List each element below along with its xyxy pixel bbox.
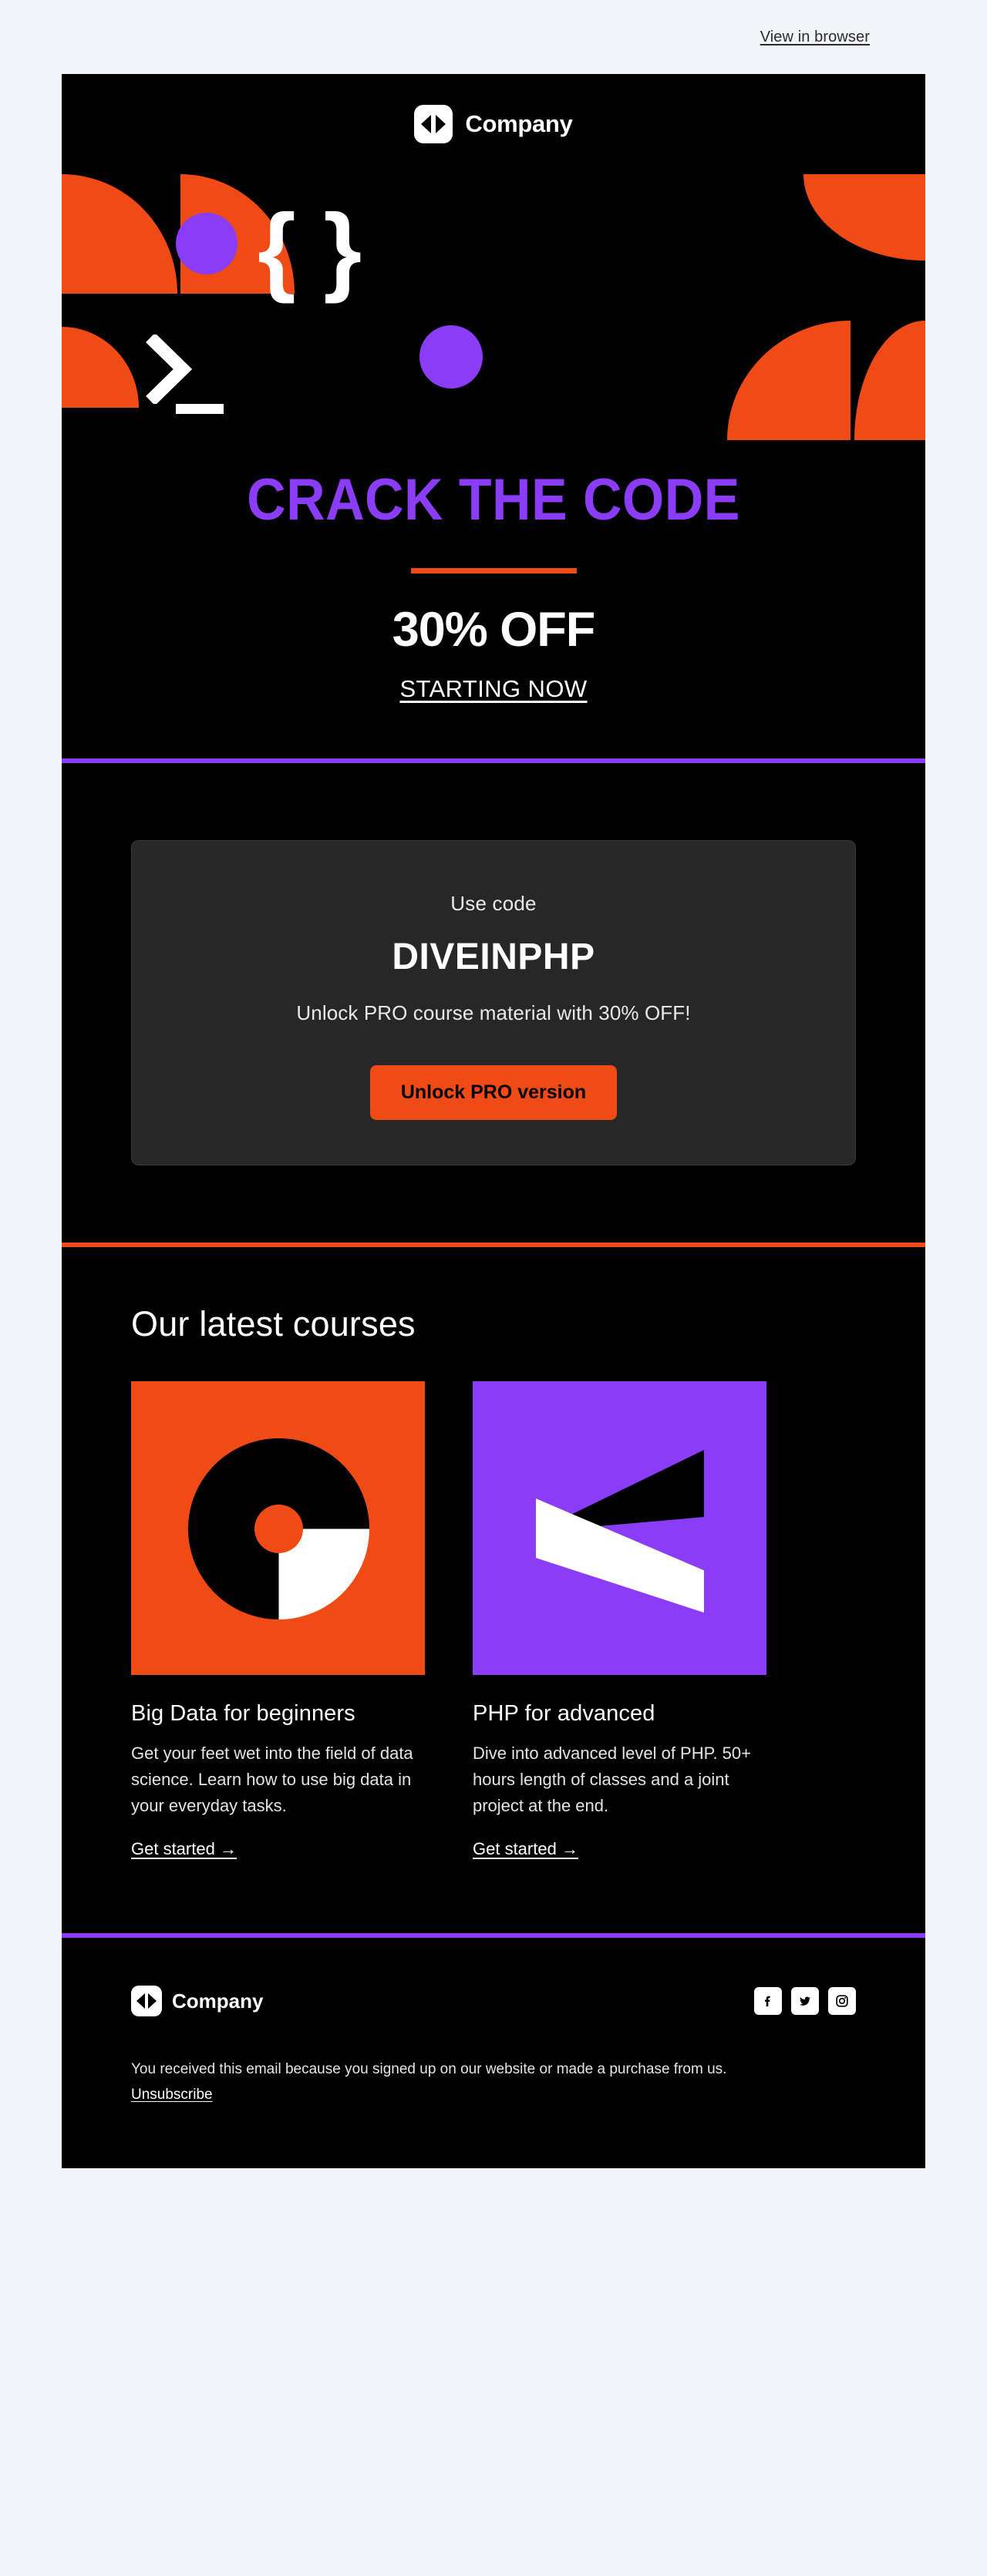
course-title: Big Data for beginners [131, 1701, 355, 1727]
orange-quarter-circle-icon [854, 321, 925, 440]
promo-section: Use code DIVEINPHP Unlock PRO course mat… [62, 763, 925, 1243]
purple-circle-icon [419, 325, 483, 388]
promo-code-value: DIVEINPHP [392, 937, 595, 978]
terminal-cursor-icon [176, 404, 224, 414]
orange-quarter-circle-icon [62, 174, 177, 294]
view-in-browser-link[interactable]: View in browser [760, 29, 870, 46]
twitter-glyph-icon [800, 1996, 811, 2006]
hero-headline-block: CRACK THE CODE 30% OFF STARTING NOW [62, 440, 925, 758]
purple-circle-icon [176, 213, 237, 274]
courses-section: Our latest courses Big Data for beginner… [62, 1247, 925, 1933]
orange-quarter-circle-icon [727, 321, 851, 440]
promo-code-card: Use code DIVEINPHP Unlock PRO course mat… [131, 840, 856, 1166]
course-description: Get your feet wet into the field of data… [131, 1744, 413, 1816]
unsubscribe-link[interactable]: Unsubscribe [131, 2087, 213, 2104]
instagram-glyph-icon [836, 1995, 848, 2008]
facebook-glyph-icon [765, 1996, 770, 2007]
curly-brace-open-icon: { } [258, 194, 362, 304]
company-play-mark-icon [414, 105, 453, 143]
preheader-bar: View in browser [0, 0, 987, 74]
angular-flag-graphic [473, 1381, 766, 1676]
social-links [754, 1987, 856, 2016]
email-footer: Company You received this email because … [62, 1938, 925, 2167]
footer-brand-name: Company [172, 1989, 264, 2013]
discount-amount: 30% OFF [392, 603, 596, 657]
orange-quarter-circle-icon [803, 174, 925, 261]
course-grid: Big Data for beginners Get your feet wet… [131, 1381, 856, 1859]
pie-chart-graphic [131, 1381, 425, 1676]
course-description: Dive into advanced level of PHP. 50+ hou… [473, 1744, 751, 1816]
twitter-icon[interactable] [791, 1987, 819, 2016]
orange-quarter-circle-icon [62, 327, 139, 408]
hero-decorative-banner: { } [62, 174, 925, 440]
hero-headline: CRACK THE CODE [247, 467, 740, 533]
unlock-pro-button[interactable]: Unlock PRO version [369, 1065, 618, 1121]
footer-brand-lockup[interactable]: Company [131, 1986, 264, 2017]
brand-name: Company [465, 110, 573, 137]
terminal-chevron-icon [146, 335, 193, 404]
email-container: Company { } CRACK THE CODE 30% OFF START… [62, 74, 925, 2168]
course-get-started-link[interactable]: Get started → [131, 1839, 237, 1859]
course-title: PHP for advanced [473, 1701, 655, 1727]
courses-section-title: Our latest courses [131, 1304, 416, 1344]
course-card[interactable]: Big Data for beginners Get your feet wet… [131, 1381, 425, 1859]
email-header: Company [62, 74, 925, 174]
brand-lockup[interactable]: Company [414, 105, 573, 143]
promo-description: Unlock PRO course material with 30% OFF! [296, 1001, 691, 1025]
facebook-icon[interactable] [754, 1987, 782, 2016]
use-code-label: Use code [450, 892, 537, 916]
footer-top-row: Company [131, 1986, 856, 2017]
footer-legal-text: You received this email because you sign… [131, 2061, 727, 2078]
company-play-mark-icon [131, 1986, 162, 2017]
pie-chart-hub-icon [254, 1504, 303, 1553]
starting-now-link[interactable]: STARTING NOW [399, 675, 587, 703]
course-card[interactable]: PHP for advanced Dive into advanced leve… [473, 1381, 766, 1859]
orange-rule-divider [410, 568, 577, 573]
course-get-started-link[interactable]: Get started → [473, 1839, 578, 1859]
instagram-icon[interactable] [828, 1987, 856, 2016]
